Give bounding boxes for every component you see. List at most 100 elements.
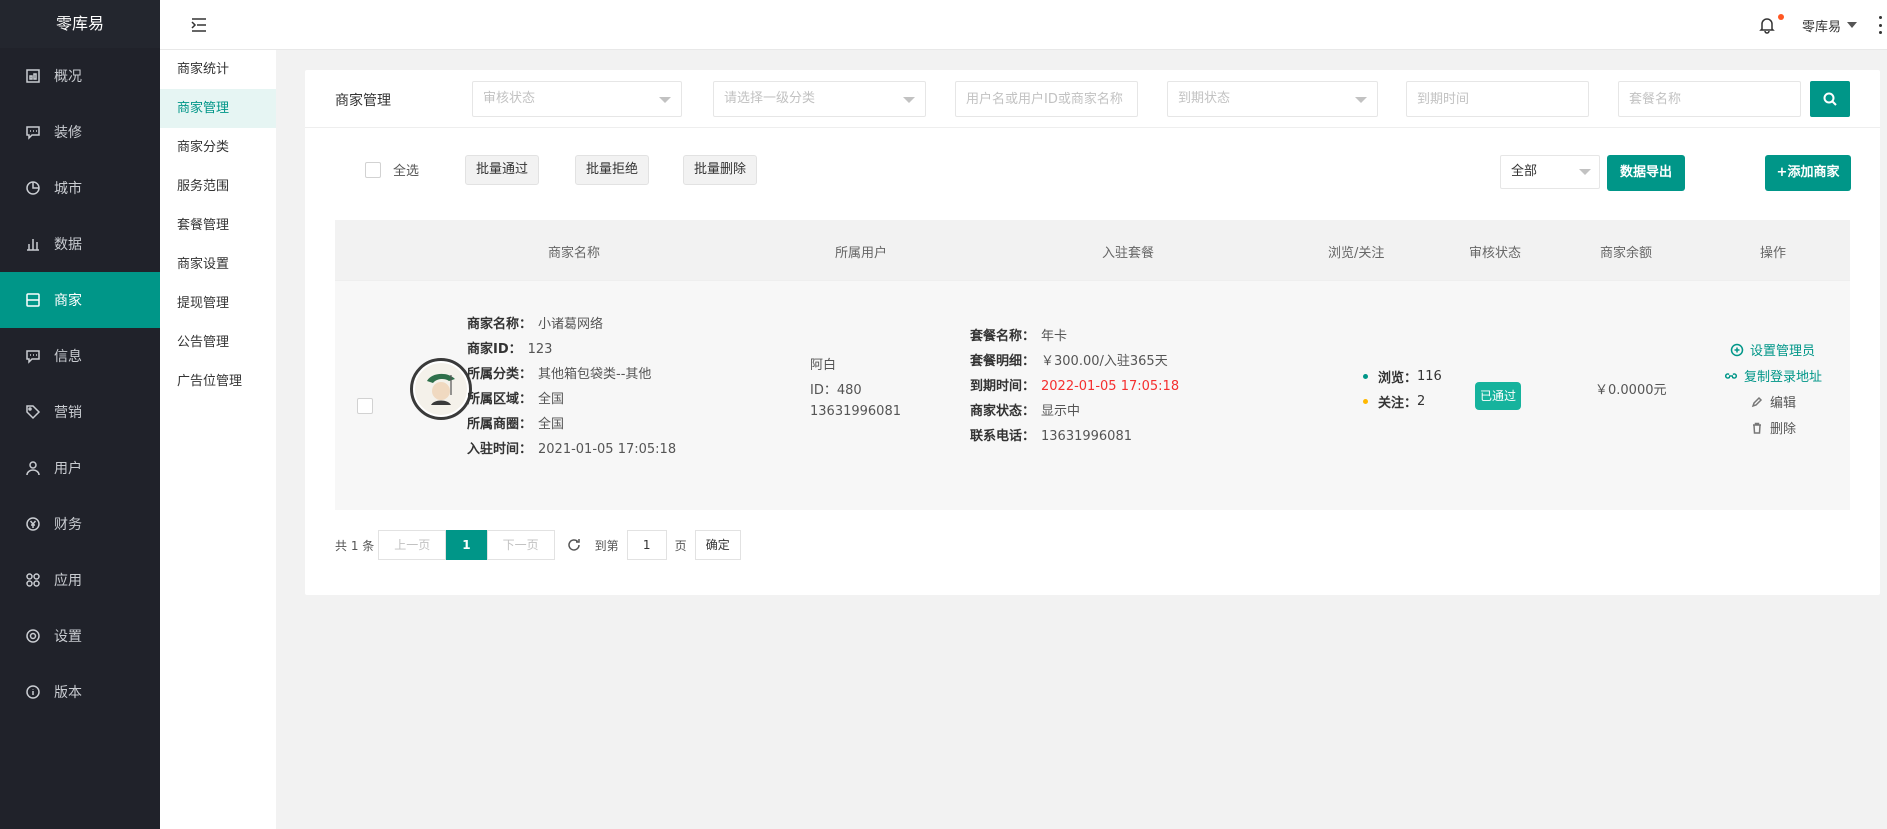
sidebar-item-label: 信息	[54, 349, 82, 365]
col-actions: 操作	[1760, 246, 1787, 261]
submenu-item-notice[interactable]: 公告管理	[160, 323, 276, 362]
menu-toggle-icon[interactable]	[190, 16, 208, 34]
sidebar-item-label: 版本	[54, 685, 82, 701]
submenu-item-category[interactable]: 商家分类	[160, 128, 276, 167]
col-package: 入驻套餐	[1102, 246, 1155, 261]
total-count: 共 1 条	[335, 538, 375, 553]
package-detail: 套餐明细： ￥300.00/入驻365天	[970, 354, 1168, 369]
sidebar: 零库易 概况 装修 城市 数据 商家 信息 营销 用户 财务 应用 设置 版本	[0, 0, 160, 829]
row-checkbox[interactable]	[357, 398, 373, 414]
col-audit-status: 审核状态	[1469, 246, 1522, 261]
yen-icon	[24, 515, 42, 533]
add-merchant-button[interactable]: +添加商家	[1765, 155, 1851, 191]
delete-button[interactable]: 删除	[1750, 418, 1796, 437]
user-name-label: 零库易	[1801, 19, 1841, 35]
search-icon	[1823, 92, 1837, 106]
sidebar-item-label: 城市	[54, 181, 82, 197]
views-stat: 浏览： 116	[1363, 367, 1442, 386]
batch-approve-button[interactable]: 批量通过	[465, 155, 540, 185]
sidebar-item-label: 设置	[54, 629, 82, 645]
header-actions: 零库易	[1758, 0, 1887, 50]
follows-bullet	[1363, 399, 1368, 404]
sidebar-item-overview[interactable]: 概况	[0, 48, 160, 104]
pencil-icon	[1751, 396, 1763, 407]
audit-status-select[interactable]: 审核状态	[472, 81, 682, 117]
sidebar-item-label: 用户	[54, 461, 82, 477]
next-page-button[interactable]: 下一页	[486, 530, 555, 560]
trash-icon	[1753, 422, 1761, 434]
submenu-item-packages[interactable]: 套餐管理	[160, 206, 276, 245]
merchant-name: 商家名称： 小诸葛网络	[467, 317, 604, 332]
location-icon	[24, 179, 42, 197]
merchant-table: 商家名称 所属用户 入驻套餐 浏览/关注 审核状态 商家余额 操作 商家名称：小…	[335, 220, 1850, 510]
caret-down-icon	[1847, 22, 1857, 28]
sidebar-item-label: 应用	[54, 573, 82, 589]
merchant-status: 商家状态： 显示中	[970, 404, 1081, 419]
prev-page-button[interactable]: 上一页	[378, 530, 447, 560]
bell-icon[interactable]	[1758, 14, 1784, 34]
page-unit-label: 页	[674, 538, 687, 553]
user-icon	[24, 459, 42, 477]
submenu-item-manage[interactable]: 商家管理	[160, 89, 276, 128]
apps-icon	[24, 571, 42, 589]
merchant-avatar	[410, 358, 472, 420]
search-button[interactable]	[1810, 81, 1850, 117]
batch-reject-button[interactable]: 批量拒绝	[575, 155, 650, 185]
owner-phone: 13631996081	[810, 404, 901, 419]
sidebar-item-users[interactable]: 用户	[0, 440, 160, 496]
select-all[interactable]: 全选	[365, 160, 419, 179]
sidebar-item-finance[interactable]: 财务	[0, 496, 160, 552]
package-name-input[interactable]	[1618, 81, 1801, 117]
col-views-follows: 浏览/关注	[1328, 246, 1385, 261]
merchant-join-time: 入驻时间： 2021-01-05 17:05:18	[467, 442, 677, 457]
gear-icon	[24, 627, 42, 645]
sidebar-item-decoration[interactable]: 装修	[0, 104, 160, 160]
sidebar-item-merchant[interactable]: 商家	[0, 272, 160, 328]
sidebar-item-marketing[interactable]: 营销	[0, 384, 160, 440]
page-1-button[interactable]: 1	[446, 530, 487, 560]
sidebar-item-data[interactable]: 数据	[0, 216, 160, 272]
sidebar-item-label: 概况	[54, 69, 82, 85]
sidebar-item-label: 营销	[54, 405, 82, 421]
table-header: 商家名称 所属用户 入驻套餐 浏览/关注 审核状态 商家余额 操作	[335, 220, 1850, 280]
sidebar-item-label: 商家	[54, 293, 82, 309]
sidebar-item-city[interactable]: 城市	[0, 160, 160, 216]
category-select[interactable]: 请选择一级分类	[713, 81, 926, 117]
message-icon	[24, 347, 42, 365]
select-all-checkbox[interactable]	[365, 161, 381, 178]
link-icon	[1724, 372, 1738, 379]
expire-status-select[interactable]: 到期状态	[1167, 81, 1378, 117]
set-admin-button[interactable]: 设置管理员	[1730, 340, 1815, 359]
submenu-item-settings[interactable]: 商家设置	[160, 245, 276, 284]
sidebar-item-info[interactable]: 信息	[0, 328, 160, 384]
submenu-item-stats[interactable]: 商家统计	[160, 50, 276, 89]
copy-login-url-button[interactable]: 复制登录地址	[1724, 366, 1822, 385]
more-vertical-icon[interactable]	[1875, 16, 1885, 34]
submenu-item-service-area[interactable]: 服务范围	[160, 167, 276, 206]
submenu: 商家统计 商家管理 商家分类 服务范围 套餐管理 商家设置 提现管理 公告管理 …	[160, 50, 276, 829]
edit-button[interactable]: 编辑	[1750, 392, 1796, 411]
expire-time-input[interactable]	[1406, 81, 1589, 117]
goto-page-input[interactable]: 1	[626, 530, 667, 560]
views-bullet	[1363, 374, 1368, 379]
export-button[interactable]: 数据导出	[1607, 155, 1685, 191]
user-search-input[interactable]	[955, 81, 1138, 117]
page-title: 商家管理	[335, 93, 391, 109]
col-balance: 商家余额	[1600, 246, 1653, 261]
user-menu[interactable]: 零库易	[1802, 16, 1857, 35]
submenu-item-withdraw[interactable]: 提现管理	[160, 284, 276, 323]
sidebar-item-version[interactable]: 版本	[0, 664, 160, 720]
store-icon	[24, 291, 42, 309]
sidebar-item-settings[interactable]: 设置	[0, 608, 160, 664]
merchant-district: 所属商圈： 全国	[467, 417, 565, 432]
goto-confirm-button[interactable]: 确定	[694, 530, 741, 560]
merchant-card: 商家管理 审核状态 请选择一级分类 到期状态 全选 批量通过 批量拒绝 批量删除…	[305, 70, 1880, 595]
refresh-icon[interactable]	[565, 536, 583, 554]
status-filter-select[interactable]: 全部	[1500, 155, 1600, 189]
table-row: 商家名称： 小诸葛网络 商家ID： 123 所属分类： 其他箱包袋类--其他 所属区域…	[335, 280, 1850, 510]
batch-delete-button[interactable]: 批量删除	[683, 155, 758, 185]
sidebar-item-apps[interactable]: 应用	[0, 552, 160, 608]
merchant-id: 商家ID： 123	[467, 342, 553, 357]
info-icon	[24, 683, 42, 701]
submenu-item-ad-slots[interactable]: 广告位管理	[160, 362, 276, 401]
